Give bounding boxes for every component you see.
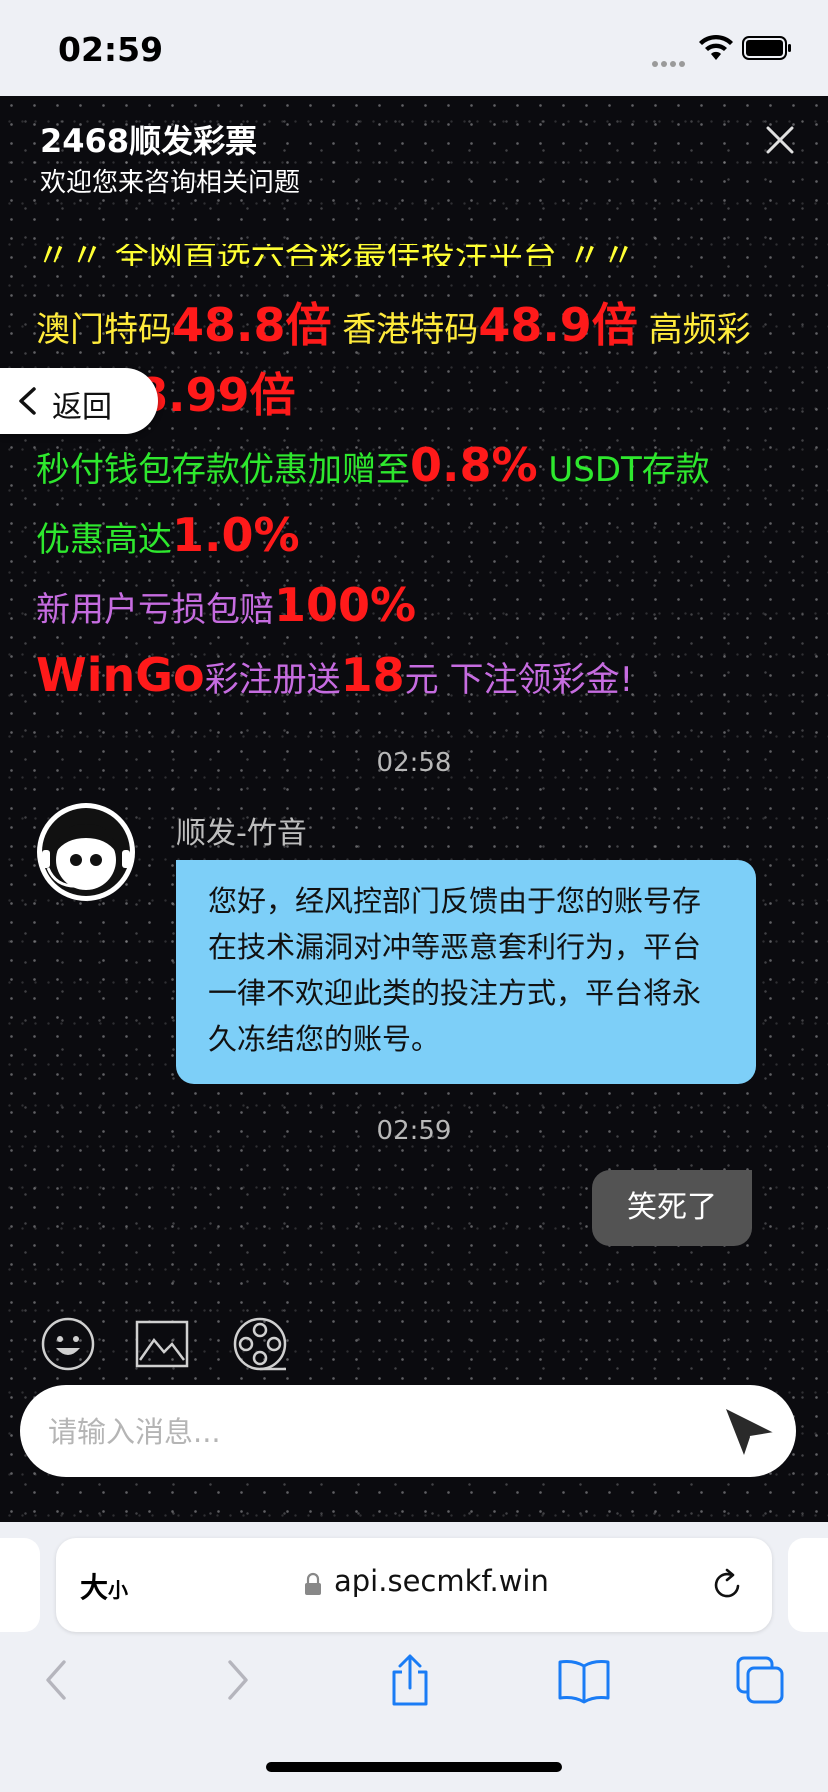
url-text: api.secmkf.win [334,1564,549,1598]
message-timestamp: 02:59 [376,1116,452,1146]
wifi-icon [699,34,733,60]
reload-icon[interactable] [708,1566,746,1604]
send-icon[interactable] [722,1403,778,1459]
previous-tab-preview[interactable] [0,1538,40,1632]
address-bar[interactable]: 大小 api.secmkf.win [56,1538,772,1632]
lock-icon [305,1572,321,1595]
film-reel-icon[interactable] [232,1316,288,1372]
battery-icon [742,36,791,60]
status-time: 02:59 [58,30,164,69]
chat-subtitle: 欢迎您来咨询相关问题 [40,168,301,198]
message-timestamp: 02:58 [376,748,452,778]
next-tab-preview[interactable] [788,1538,828,1632]
bookmarks-icon[interactable] [556,1652,612,1708]
outgoing-message-bubble: 笑死了 [592,1170,752,1246]
banner-line-5: 新用户亏损包赔100% [36,578,417,632]
browser-toolbar: 大小 api.secmkf.win [0,1522,828,1792]
chat-title: 2468顺发彩票 [40,122,258,160]
agent-name: 顺发-竹音 [176,816,307,851]
back-label: 返回 [52,390,112,425]
chat-panel: 2468顺发彩票 欢迎您来咨询相关问题 〃〃 全网首选六合彩最佳投注平台 〃〃 … [0,96,828,1522]
tabs-icon[interactable] [734,1652,790,1708]
banner-line-4: 优惠高达1.0% [36,508,300,562]
status-bar: 02:59 [0,0,828,96]
forward-nav-icon[interactable] [208,1652,264,1708]
incoming-message-bubble: 您好，经风控部门反馈由于您的账号存在技术漏洞对冲等恶意套利行为，平台一律不欢迎此… [176,860,756,1084]
back-button[interactable]: 返回 [0,368,158,434]
text-size-button[interactable]: 大小 [80,1566,128,1606]
banner-cut-line: 〃〃 全网首选六合彩最佳投注平台 〃〃 [36,244,636,266]
home-indicator [266,1762,562,1772]
banner-line-3: 秒付钱包存款优惠加赠至0.8% USDT存款 [36,438,710,492]
emoji-icon[interactable] [40,1316,96,1372]
image-icon[interactable] [134,1316,190,1372]
back-nav-icon[interactable] [30,1652,86,1708]
banner-line-1: 澳门特码48.8倍 香港特码48.9倍 高频彩 [36,298,751,352]
message-input[interactable] [46,1405,690,1459]
chevron-left-icon [19,387,36,415]
banner-line-6: WinGo彩注册送18元 下注领彩金! [36,648,634,702]
share-icon[interactable] [382,1652,438,1708]
cellular-signal-icon [652,52,692,67]
agent-avatar [37,803,135,901]
close-icon[interactable] [758,118,802,162]
message-composer [20,1385,796,1477]
